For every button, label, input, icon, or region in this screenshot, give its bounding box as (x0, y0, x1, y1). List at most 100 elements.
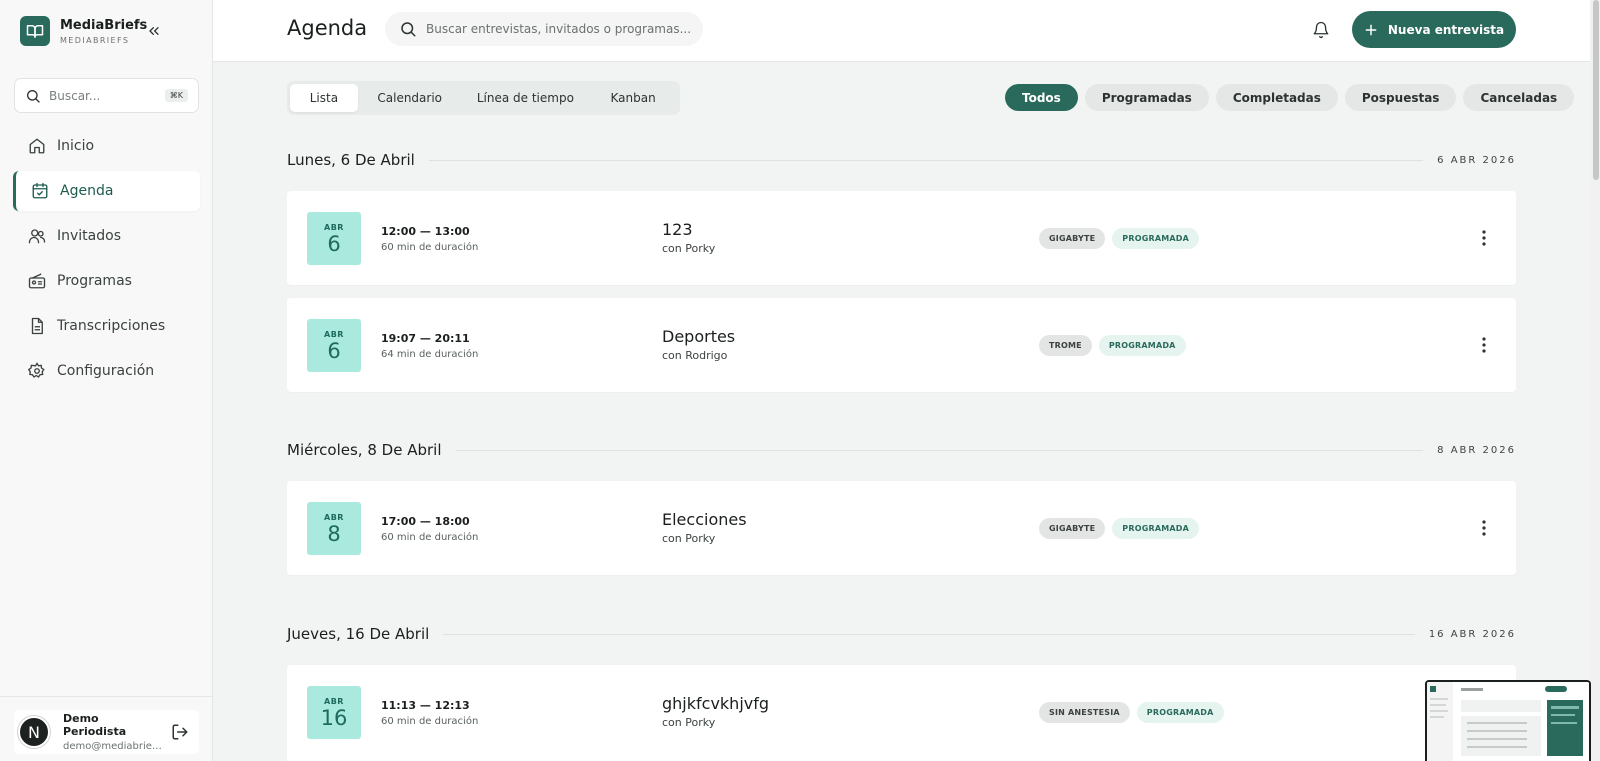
book-icon (20, 16, 50, 46)
new-interview-button[interactable]: Nueva entrevista (1352, 11, 1516, 48)
interview-title: Deportes (662, 327, 736, 346)
duration: 64 min de duración (381, 349, 479, 360)
sidebar-item-label: Invitados (57, 228, 121, 244)
interview-card[interactable]: ABR 6 19:07 — 20:11 64 min de duración D… (287, 298, 1516, 392)
program-tag: GIGABYTE (1039, 518, 1106, 539)
interview-guest: con Porky (662, 716, 716, 729)
document-icon (27, 316, 47, 336)
tab-lista[interactable]: Lista (290, 84, 358, 112)
filter-pospuestas[interactable]: Pospuestas (1344, 84, 1457, 111)
more-options-button[interactable] (1474, 517, 1494, 539)
sidebar-search-input[interactable]: Buscar... ⌘K (14, 78, 199, 113)
filter-todos[interactable]: Todos (1005, 84, 1078, 111)
time-range: 11:13 — 12:13 (381, 699, 470, 712)
status-badge: PROGRAMADA (1136, 702, 1224, 723)
divider (443, 633, 1415, 635)
sidebar-item-inicio[interactable]: Inicio (13, 126, 200, 166)
filter-canceladas[interactable]: Canceladas (1463, 84, 1575, 111)
sidebar-item-label: Transcripciones (57, 318, 166, 334)
calendar-icon (30, 181, 50, 201)
tab-calendario[interactable]: Calendario (358, 84, 462, 112)
users-icon (27, 226, 47, 246)
brand[interactable]: MediaBriefs MEDIABRIEFS (20, 16, 147, 46)
top-header: Agenda Buscar entrevistas, invitados o p… (213, 0, 1590, 62)
filter-programadas[interactable]: Programadas (1084, 84, 1209, 111)
shortcut-badge: ⌘K (164, 89, 188, 102)
more-options-button[interactable] (1474, 334, 1494, 356)
status-badge: PROGRAMADA (1112, 518, 1200, 539)
notifications-button[interactable] (1310, 19, 1332, 41)
avatar[interactable]: N (18, 716, 50, 748)
badge-day: 8 (327, 521, 341, 546)
divider (0, 696, 212, 697)
bell-icon (1313, 21, 1329, 39)
day-header: Lunes, 6 De Abril 6 ABR 2026 (287, 150, 1516, 170)
interview-guest: con Porky (662, 532, 716, 545)
gear-icon (27, 361, 47, 381)
badge-month: ABR (324, 696, 344, 706)
interview-guest: con Porky (662, 242, 716, 255)
sidebar-item-transcripciones[interactable]: Transcripciones (13, 306, 200, 346)
badge-day: 6 (327, 231, 341, 256)
day-date: 6 ABR 2026 (1437, 154, 1516, 166)
more-vertical-icon (1482, 230, 1486, 246)
status-badge: PROGRAMADA (1112, 228, 1200, 249)
search-icon (27, 89, 40, 103)
filter-completadas[interactable]: Completadas (1215, 84, 1338, 111)
status-badge: PROGRAMADA (1098, 335, 1186, 356)
tab-kanban[interactable]: Kanban (589, 84, 677, 112)
collapse-sidebar-button[interactable] (144, 21, 164, 41)
more-vertical-icon (1482, 337, 1486, 353)
duration: 60 min de duración (381, 716, 479, 727)
sidebar-item-invitados[interactable]: Invitados (13, 216, 200, 256)
date-badge: ABR 6 (307, 319, 361, 372)
brand-subtitle: MEDIABRIEFS (60, 35, 130, 45)
date-badge: ABR 8 (307, 502, 361, 555)
time-range: 12:00 — 13:00 (381, 225, 470, 238)
search-input[interactable]: Buscar entrevistas, invitados o programa… (385, 12, 703, 46)
sidebar-item-configuracion[interactable]: Configuración (13, 351, 200, 391)
more-vertical-icon (1482, 520, 1486, 536)
sidebar-item-agenda[interactable]: Agenda (13, 171, 200, 211)
time-range: 17:00 — 18:00 (381, 515, 470, 528)
duration: 60 min de duración (381, 242, 479, 253)
scrollbar-thumb[interactable] (1593, 0, 1599, 180)
user-profile[interactable]: N Demo Periodista demo@mediabriefs.com (14, 710, 199, 754)
badge-day: 6 (327, 338, 341, 363)
badge-month: ABR (324, 512, 344, 522)
interview-title: ghjkfcvkhjvfg (662, 694, 770, 713)
plus-icon (1364, 23, 1378, 37)
day-header: Miércoles, 8 De Abril 8 ABR 2026 (287, 440, 1516, 460)
logout-icon (172, 724, 188, 740)
interview-card[interactable]: ABR 6 12:00 — 13:00 60 min de duración 1… (287, 191, 1516, 285)
badge-month: ABR (324, 222, 344, 232)
search-icon (401, 22, 416, 37)
sidebar-item-label: Agenda (60, 183, 114, 199)
interview-card[interactable]: ABR 16 11:13 — 12:13 60 min de duración … (287, 665, 1516, 761)
sidebar-item-label: Inicio (57, 138, 95, 154)
program-tag: GIGABYTE (1039, 228, 1106, 249)
user-name: Demo Periodista (63, 712, 127, 738)
more-options-button[interactable] (1474, 227, 1494, 249)
day-title: Jueves, 16 De Abril (287, 625, 430, 643)
radio-icon (27, 271, 47, 291)
user-email: demo@mediabriefs.com (63, 741, 163, 752)
divider (428, 159, 1424, 161)
day-header: Jueves, 16 De Abril 16 ABR 2026 (287, 624, 1516, 644)
chevrons-left-icon (149, 26, 159, 35)
day-title: Lunes, 6 De Abril (287, 151, 415, 169)
day-date: 8 ABR 2026 (1437, 444, 1516, 456)
tab-linea-de-tiempo[interactable]: Línea de tiempo (462, 84, 590, 112)
sidebar: MediaBriefs MEDIABRIEFS Buscar... ⌘K Ini… (0, 0, 213, 761)
date-badge: ABR 6 (307, 212, 361, 265)
page-title: Agenda (287, 16, 368, 40)
sidebar-search-placeholder: Buscar... (49, 88, 101, 103)
sidebar-item-label: Configuración (57, 363, 155, 379)
interview-card[interactable]: ABR 8 17:00 — 18:00 60 min de duración E… (287, 481, 1516, 575)
time-range: 19:07 — 20:11 (381, 332, 470, 345)
status-filters: Todos Programadas Completadas Pospuestas… (1005, 84, 1581, 111)
screen-preview-thumbnail[interactable] (1425, 680, 1591, 761)
sidebar-nav: Inicio Agenda Invitados Programas Transc… (13, 126, 200, 396)
sidebar-item-programas[interactable]: Programas (13, 261, 200, 301)
logout-button[interactable] (169, 721, 191, 743)
